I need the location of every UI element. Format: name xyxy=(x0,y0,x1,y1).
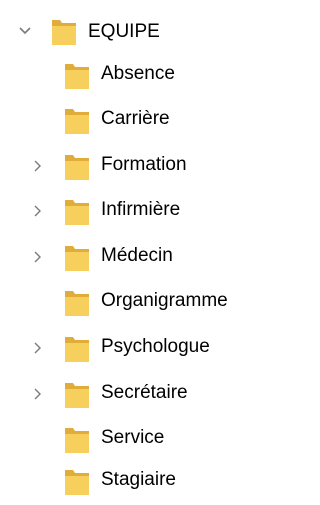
folder-icon xyxy=(64,424,90,454)
folder-icon xyxy=(64,379,90,409)
chevron-right-icon[interactable] xyxy=(30,158,46,174)
folder-tree: EQUIPE Absence Carrière Formation Infirm… xyxy=(0,0,262,505)
tree-item-stagiaire[interactable]: Stagiaire xyxy=(0,459,262,505)
tree-item-service[interactable]: Service xyxy=(0,418,262,464)
tree-item-label: Carrière xyxy=(101,108,170,129)
folder-icon xyxy=(64,333,90,363)
tree-item-absence[interactable]: Absence xyxy=(0,54,262,100)
tree-item-label: Infirmière xyxy=(101,199,181,220)
tree-item-label: Formation xyxy=(101,154,187,175)
folder-icon xyxy=(64,60,90,90)
tree-item-formation[interactable]: Formation xyxy=(0,145,262,191)
tree-item-label: EQUIPE xyxy=(88,21,160,42)
tree-item-label: Service xyxy=(101,427,165,448)
tree-item-label: Secrétaire xyxy=(101,382,188,403)
tree-item-label: Stagiaire xyxy=(101,469,176,490)
tree-item-label: Absence xyxy=(101,63,175,84)
folder-icon xyxy=(64,242,90,272)
tree-item-label: Psychologue xyxy=(101,336,210,357)
folder-icon xyxy=(64,287,90,317)
tree-item-label: Organigramme xyxy=(101,290,228,311)
folder-icon xyxy=(64,151,90,181)
chevron-down-icon[interactable] xyxy=(17,23,33,39)
chevron-right-icon[interactable] xyxy=(30,386,46,402)
tree-item-label: Médecin xyxy=(101,245,173,266)
tree-item-organigramme[interactable]: Organigramme xyxy=(0,281,262,327)
chevron-right-icon[interactable] xyxy=(30,203,46,219)
tree-item-equipe[interactable]: EQUIPE xyxy=(0,12,262,58)
tree-item-carriere[interactable]: Carrière xyxy=(0,99,262,145)
tree-item-medecin[interactable]: Médecin xyxy=(0,236,262,282)
chevron-right-icon[interactable] xyxy=(30,249,46,265)
tree-item-infirmiere[interactable]: Infirmière xyxy=(0,190,262,236)
folder-icon xyxy=(64,196,90,226)
folder-icon xyxy=(64,466,90,496)
tree-item-psychologue[interactable]: Psychologue xyxy=(0,327,262,373)
folder-icon xyxy=(51,16,77,46)
chevron-right-icon[interactable] xyxy=(30,340,46,356)
folder-icon xyxy=(64,105,90,135)
tree-item-secretaire[interactable]: Secrétaire xyxy=(0,373,262,419)
